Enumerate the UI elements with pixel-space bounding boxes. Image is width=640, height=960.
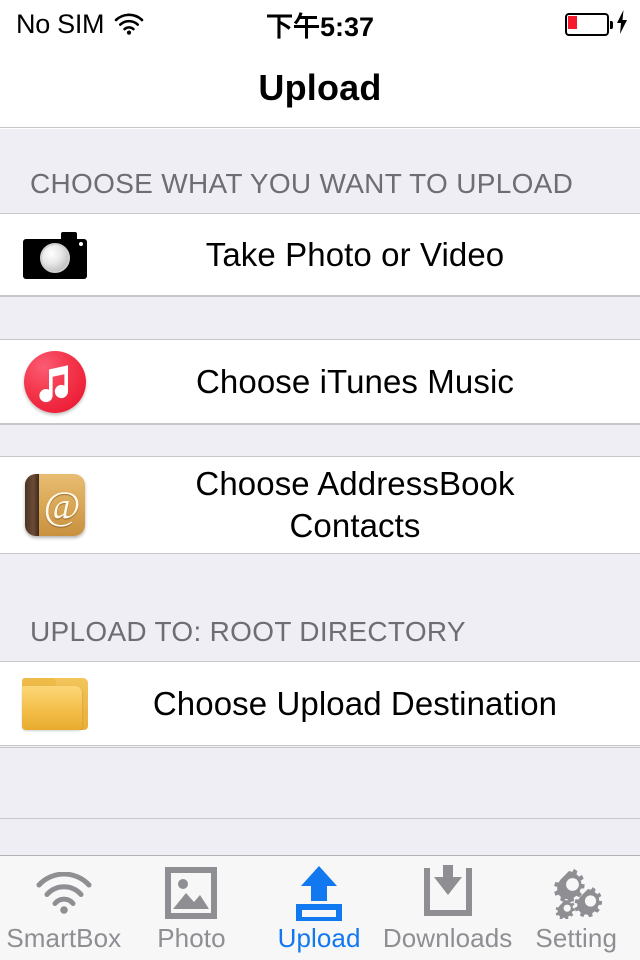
- row-take-photo-or-video[interactable]: Take Photo or Video: [0, 214, 640, 296]
- itunes-music-icon: [0, 350, 110, 413]
- tab-upload[interactable]: Upload: [255, 856, 383, 960]
- navigation-bar: Upload: [0, 48, 640, 128]
- row-label-itunes: Choose iTunes Music: [196, 362, 514, 400]
- section-header-upload-to: UPLOAD TO: ROOT DIRECTORY: [0, 554, 640, 662]
- section-header-label: CHOOSE WHAT YOU WANT TO UPLOAD: [30, 168, 574, 199]
- row-label-addressbook: Choose AddressBook Contacts: [110, 463, 640, 546]
- photo-icon: [165, 865, 218, 921]
- status-bar-center: 下午5:37: [0, 0, 640, 48]
- section-header-choose-upload: CHOOSE WHAT YOU WANT TO UPLOAD: [0, 129, 640, 214]
- camera-icon: [0, 231, 110, 279]
- tab-bar: SmartBox Photo Upload Downloads Setting: [0, 855, 640, 960]
- clock-label: 下午5:37: [265, 11, 375, 42]
- status-bar: No SIM 下午5:37: [0, 0, 640, 48]
- tab-photo[interactable]: Photo: [128, 856, 256, 960]
- wifi-icon: [36, 865, 92, 921]
- upload-arrow-icon: [293, 865, 345, 921]
- upload-options-table[interactable]: CHOOSE WHAT YOU WANT TO UPLOAD Take Phot…: [0, 129, 640, 855]
- download-tray-icon: [421, 865, 475, 921]
- lightning-bolt-icon: [616, 9, 628, 39]
- tab-label-setting: Setting: [535, 923, 618, 953]
- row-choose-addressbook-contacts[interactable]: @ Choose AddressBook Contacts: [0, 457, 640, 554]
- section-gap-3: [0, 747, 640, 819]
- folder-icon: [0, 677, 110, 730]
- row-label-addressbook-line2: Contacts: [289, 507, 421, 544]
- gears-icon: [548, 865, 604, 921]
- battery-low-icon: [565, 12, 613, 36]
- row-choose-itunes-music[interactable]: Choose iTunes Music: [0, 340, 640, 424]
- tab-label-upload: Upload: [277, 923, 361, 953]
- upload-screen: No SIM 下午5:37 Upload CHOOSE WHAT YOU WAN…: [0, 0, 640, 960]
- status-bar-right: [565, 0, 628, 48]
- row-choose-upload-destination[interactable]: Choose Upload Destination: [0, 662, 640, 746]
- tab-setting[interactable]: Setting: [512, 856, 640, 960]
- tab-label-smartbox: SmartBox: [6, 923, 122, 953]
- row-label-addressbook-line1: Choose AddressBook: [195, 465, 515, 503]
- section-gap-1: [0, 296, 640, 340]
- addressbook-icon: @: [0, 474, 110, 536]
- tab-label-photo: Photo: [157, 923, 226, 953]
- tab-smartbox[interactable]: SmartBox: [0, 856, 128, 960]
- tab-downloads[interactable]: Downloads: [383, 856, 513, 960]
- row-label-upload-destination: Choose Upload Destination: [152, 684, 558, 722]
- tab-label-downloads: Downloads: [382, 923, 513, 953]
- page-title: Upload: [258, 66, 382, 108]
- section-gap-2: [0, 424, 640, 457]
- row-label-take-photo: Take Photo or Video: [205, 235, 505, 273]
- section-header-label-2: UPLOAD TO: ROOT DIRECTORY: [30, 616, 466, 647]
